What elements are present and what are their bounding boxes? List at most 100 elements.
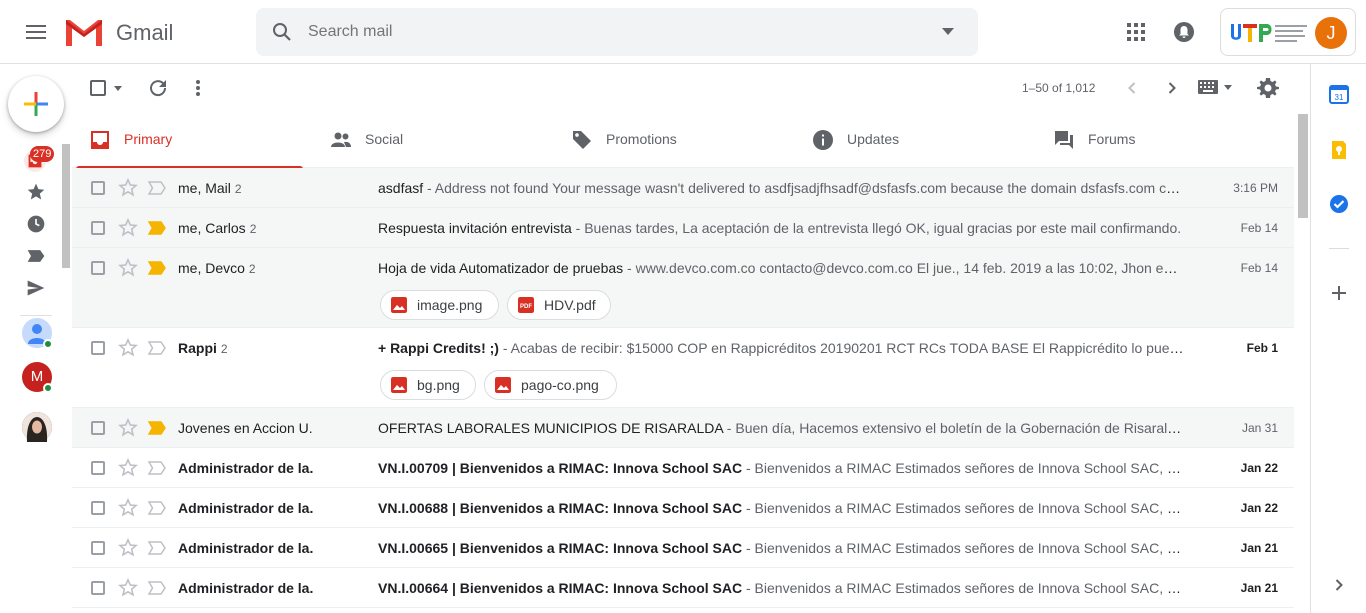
sent-icon[interactable]: [26, 278, 46, 298]
contact-avatar[interactable]: [22, 318, 53, 349]
important-marker-icon[interactable]: [148, 341, 166, 355]
important-marker-icon[interactable]: [148, 221, 166, 235]
star-icon[interactable]: [118, 258, 138, 278]
thread-count: 2: [248, 262, 256, 276]
contact-avatar-m[interactable]: M: [22, 362, 53, 393]
email-snippet: - Bienvenidos a RIMAC Estimados señores …: [742, 580, 1184, 596]
email-row[interactable]: me, Devco 2 Hoja de vida Automatizador de …: [72, 248, 1294, 328]
email-subject: VN.I.00688 | Bienvenidos a RIMAC: Innova…: [378, 500, 743, 516]
chevron-right-icon[interactable]: [1329, 575, 1349, 595]
star-icon[interactable]: [118, 418, 138, 438]
search-input[interactable]: [308, 21, 908, 43]
calendar-icon[interactable]: 31: [1329, 84, 1349, 104]
main-menu-icon[interactable]: [20, 16, 52, 48]
tab-social[interactable]: Social: [313, 112, 543, 168]
important-marker-icon[interactable]: [148, 581, 166, 595]
attachment-chip[interactable]: pago-co.png: [484, 370, 617, 400]
mail-list-scrollbar[interactable]: [1294, 112, 1310, 613]
email-subject: Hoja de vida Automatizador de pruebas: [378, 260, 624, 276]
starred-icon[interactable]: [26, 182, 46, 202]
important-marker-icon[interactable]: [148, 541, 166, 555]
star-icon[interactable]: [118, 178, 138, 198]
star-icon[interactable]: [118, 538, 138, 558]
email-checkbox[interactable]: [91, 461, 105, 475]
star-icon[interactable]: [118, 338, 138, 358]
email-sender: Jovenes en Accion U.: [178, 420, 368, 436]
online-status-dot: [43, 339, 53, 349]
google-apps-icon[interactable]: [1124, 20, 1148, 44]
gear-icon[interactable]: [1256, 76, 1280, 100]
snoozed-icon[interactable]: [26, 214, 46, 234]
email-content: asdfasf - Address not found Your message…: [378, 180, 1184, 196]
pdf-file-icon: PDF: [518, 297, 534, 313]
star-icon[interactable]: [118, 498, 138, 518]
search-box[interactable]: [256, 8, 978, 56]
star-icon[interactable]: [118, 458, 138, 478]
email-row[interactable]: Administrador de la. VN.I.00709 | Bienven…: [72, 448, 1294, 488]
tab-label: Social: [365, 131, 404, 147]
select-all-checkbox[interactable]: [90, 80, 106, 96]
email-row[interactable]: Administrador de la. VN.I.00688 | Bienven…: [72, 488, 1294, 528]
email-subject: + Rappi Credits! ;): [378, 340, 499, 356]
keep-icon[interactable]: [1329, 140, 1349, 160]
star-icon[interactable]: [118, 218, 138, 238]
chevron-left-icon[interactable]: [1120, 76, 1144, 100]
email-checkbox[interactable]: [91, 181, 105, 195]
select-dropdown-icon[interactable]: [114, 86, 122, 91]
email-checkbox[interactable]: [91, 501, 105, 515]
search-icon[interactable]: [270, 20, 294, 44]
email-row[interactable]: Administrador de la. VN.I.00664 | Bienven…: [72, 568, 1294, 608]
email-checkbox[interactable]: [91, 541, 105, 555]
contact-photo: [22, 412, 52, 442]
tab-primary[interactable]: Primary: [72, 112, 303, 169]
important-marker-icon[interactable]: [148, 181, 166, 195]
refresh-icon[interactable]: [146, 76, 170, 100]
tab-updates[interactable]: Updates: [795, 112, 1025, 168]
important-marker-icon[interactable]: [148, 461, 166, 475]
email-snippet: - Buenas tardes, La aceptación de la ent…: [571, 220, 1182, 236]
account-avatar[interactable]: J: [1315, 17, 1347, 49]
gmail-logo-icon[interactable]: [64, 16, 104, 48]
tag-icon: [573, 131, 591, 149]
email-checkbox[interactable]: [91, 221, 105, 235]
email-row[interactable]: Administrador de la. VN.I.00665 | Bienven…: [72, 528, 1294, 568]
important-marker-icon[interactable]: [148, 421, 166, 435]
attachment-name: pago-co.png: [521, 377, 599, 393]
scrollbar-thumb[interactable]: [1298, 114, 1308, 218]
attachment-chip[interactable]: bg.png: [380, 370, 476, 400]
attachment-name: bg.png: [417, 377, 460, 393]
account-switcher[interactable]: J: [1220, 8, 1356, 56]
attachment-chip[interactable]: PDF HDV.pdf: [507, 290, 611, 320]
app-name: Gmail: [116, 20, 174, 45]
email-subject: OFERTAS LABORALES MUNICIPIOS DE RISARALD…: [378, 420, 723, 436]
email-sender: me, Carlos 2: [178, 220, 368, 236]
compose-button[interactable]: [8, 76, 64, 132]
important-marker-icon[interactable]: [148, 501, 166, 515]
email-content: VN.I.00664 | Bienvenidos a RIMAC: Innova…: [378, 580, 1184, 596]
tab-forums[interactable]: Forums: [1036, 112, 1266, 168]
email-row[interactable]: me, Mail 2 asdfasf - Address not found You…: [72, 168, 1294, 208]
notifications-icon[interactable]: [1172, 20, 1196, 44]
more-options-icon[interactable]: [186, 76, 210, 100]
email-row[interactable]: Rappi 2 + Rappi Credits! ;) - Acabas de re…: [72, 328, 1294, 408]
important-icon[interactable]: [26, 246, 46, 266]
email-checkbox[interactable]: [91, 341, 105, 355]
left-rail-scrollbar[interactable]: [62, 144, 70, 268]
email-row[interactable]: me, Carlos 2 Respuesta invitación entrevis…: [72, 208, 1294, 248]
email-checkbox[interactable]: [91, 581, 105, 595]
pagination-label: 1–50 of 1,012: [1022, 81, 1096, 95]
chevron-right-icon[interactable]: [1160, 76, 1184, 100]
contact-avatar-photo[interactable]: [22, 412, 52, 442]
add-addon-icon[interactable]: [1329, 283, 1349, 303]
email-checkbox[interactable]: [91, 261, 105, 275]
input-tools-dropdown-icon[interactable]: [1224, 85, 1232, 90]
tab-promotions[interactable]: Promotions: [554, 112, 784, 168]
keyboard-icon[interactable]: [1198, 80, 1218, 94]
important-marker-icon[interactable]: [148, 261, 166, 275]
attachment-chip[interactable]: image.png: [380, 290, 499, 320]
email-checkbox[interactable]: [91, 421, 105, 435]
tasks-icon[interactable]: [1329, 194, 1349, 214]
star-icon[interactable]: [118, 578, 138, 598]
email-row[interactable]: Jovenes en Accion U. OFERTAS LABORALES MU…: [72, 408, 1294, 448]
search-options-icon[interactable]: [942, 28, 954, 35]
